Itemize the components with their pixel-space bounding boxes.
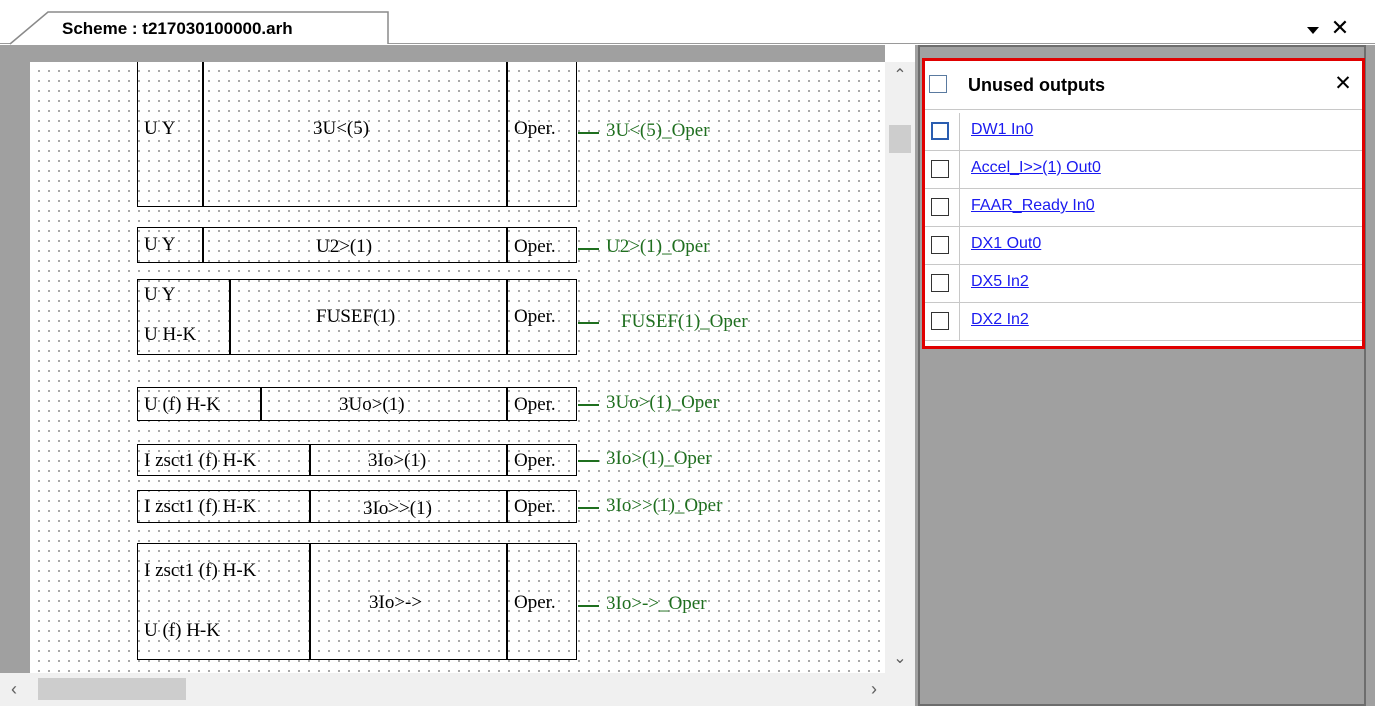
item-checkbox[interactable]	[931, 160, 949, 178]
scheme-block[interactable]: I zsct1 (f) H-K 3Io>>(1) Oper.	[137, 490, 577, 523]
checkbox-cell	[925, 265, 960, 302]
output-signal-label[interactable]: FUSEF(1)_Oper	[621, 311, 748, 333]
output-wire	[578, 507, 599, 509]
block-input-label: I zsct1 (f) H-K	[144, 496, 257, 517]
scheme-block[interactable]: I zsct1 (f) H-K 3Io>(1) Oper.	[137, 444, 577, 476]
item-checkbox[interactable]	[931, 312, 949, 330]
block-output-label: Oper.	[514, 450, 556, 471]
output-signal-label[interactable]: U2>(1)_Oper	[606, 236, 710, 258]
block-function-label: 3Io>(1)	[368, 450, 427, 471]
block-input-label: U Y	[144, 284, 176, 305]
unused-output-link[interactable]: Accel_I>>(1) Out0	[971, 159, 1101, 177]
canvas-left-margin	[0, 45, 30, 673]
scroll-up-icon[interactable]: ⌃	[885, 62, 915, 90]
tab-scheme-file[interactable]: Scheme : t217030100000.arh	[62, 19, 293, 39]
unused-outputs-title: Unused outputs	[968, 75, 1105, 95]
item-checkbox[interactable]	[931, 236, 949, 254]
output-wire	[578, 404, 599, 406]
item-checkbox[interactable]	[931, 274, 949, 292]
list-item[interactable]: DX1 Out0	[925, 227, 1362, 265]
checkbox-cell	[925, 227, 960, 264]
scheme-canvas[interactable]: U Y 3U<(5) Oper. 3U<(5)_Oper U Y U2>(1) …	[30, 62, 885, 673]
block-function-label: 3Io>>(1)	[363, 498, 432, 519]
scheme-block[interactable]: I zsct1 (f) H-K U (f) H-K 3Io>-> Oper.	[137, 543, 577, 660]
list-item[interactable]: DW1 In0	[925, 113, 1362, 151]
block-output-label: Oper.	[514, 394, 556, 415]
output-wire	[578, 132, 599, 134]
block-input-label: I zsct1 (f) H-K	[144, 560, 257, 581]
list-item[interactable]: Accel_I>>(1) Out0	[925, 151, 1362, 189]
output-signal-label[interactable]: 3Uo>(1)_Oper	[606, 392, 719, 414]
list-item[interactable]: DX2 In2	[925, 303, 1362, 341]
block-function-label: FUSEF(1)	[316, 306, 396, 327]
output-wire	[578, 322, 599, 324]
scheme-block[interactable]: U Y U H-K FUSEF(1) Oper.	[137, 279, 577, 355]
close-icon[interactable]: ✕	[1329, 16, 1351, 40]
block-function-label: 3U<(5)	[313, 118, 370, 139]
output-wire	[578, 248, 599, 250]
output-signal-label[interactable]: 3Io>->_Oper	[606, 593, 707, 615]
unused-output-link[interactable]: FAAR_Ready In0	[971, 197, 1095, 215]
output-wire	[578, 605, 599, 607]
chevron-down-icon[interactable]	[1303, 20, 1323, 40]
block-input-label: U Y	[144, 234, 176, 255]
block-output-label: Oper.	[514, 118, 556, 139]
select-all-checkbox[interactable]	[929, 75, 947, 93]
item-checkbox[interactable]	[931, 122, 949, 140]
horizontal-scroll-thumb[interactable]	[38, 678, 186, 700]
output-signal-label[interactable]: 3U<(5)_Oper	[606, 120, 710, 142]
block-input-label: U (f) H-K	[144, 394, 220, 415]
block-input-label: I zsct1 (f) H-K	[144, 450, 257, 471]
block-output-label: Oper.	[514, 496, 556, 517]
scroll-right-icon[interactable]: ›	[860, 673, 888, 706]
block-function-label: 3Uo>(1)	[339, 394, 405, 415]
scroll-left-icon[interactable]: ‹	[0, 673, 28, 706]
block-function-label: 3Io>->	[369, 592, 423, 613]
block-input-label: U H-K	[144, 324, 197, 345]
block-output-label: Oper.	[514, 306, 556, 327]
list-item[interactable]: DX5 In2	[925, 265, 1362, 303]
checkbox-cell	[925, 189, 960, 226]
vertical-scroll-thumb[interactable]	[889, 125, 911, 153]
checkbox-cell	[925, 303, 960, 340]
block-output-label: Oper.	[514, 236, 556, 257]
output-signal-label[interactable]: 3Io>(1)_Oper	[606, 448, 712, 470]
scheme-block[interactable]: U Y 3U<(5) Oper.	[137, 62, 577, 207]
unused-output-link[interactable]: DX5 In2	[971, 273, 1029, 291]
unused-output-link[interactable]: DX2 In2	[971, 311, 1029, 329]
block-function-label: U2>(1)	[316, 236, 373, 257]
list-item[interactable]: FAAR_Ready In0	[925, 189, 1362, 227]
checkbox-cell	[925, 113, 960, 150]
scheme-block[interactable]: U Y U2>(1) Oper.	[137, 227, 577, 263]
unused-output-link[interactable]: DW1 In0	[971, 121, 1033, 139]
block-input-label: U (f) H-K	[144, 620, 220, 641]
scheme-block[interactable]: U (f) H-K 3Uo>(1) Oper.	[137, 387, 577, 421]
item-checkbox[interactable]	[931, 198, 949, 216]
block-input-label: U Y	[144, 118, 176, 139]
canvas-top-margin	[30, 45, 885, 62]
unused-outputs-list: DW1 In0 Accel_I>>(1) Out0 FAAR_Ready In0…	[925, 113, 1362, 346]
vertical-scrollbar[interactable]	[885, 62, 915, 673]
output-signal-label[interactable]: 3Io>>(1)_Oper	[606, 495, 722, 517]
scroll-down-icon[interactable]: ⌄	[885, 645, 915, 673]
unused-output-link[interactable]: DX1 Out0	[971, 235, 1041, 253]
output-wire	[578, 460, 599, 462]
checkbox-cell	[925, 151, 960, 188]
block-output-label: Oper.	[514, 592, 556, 613]
close-icon[interactable]: ✕	[1332, 72, 1354, 96]
